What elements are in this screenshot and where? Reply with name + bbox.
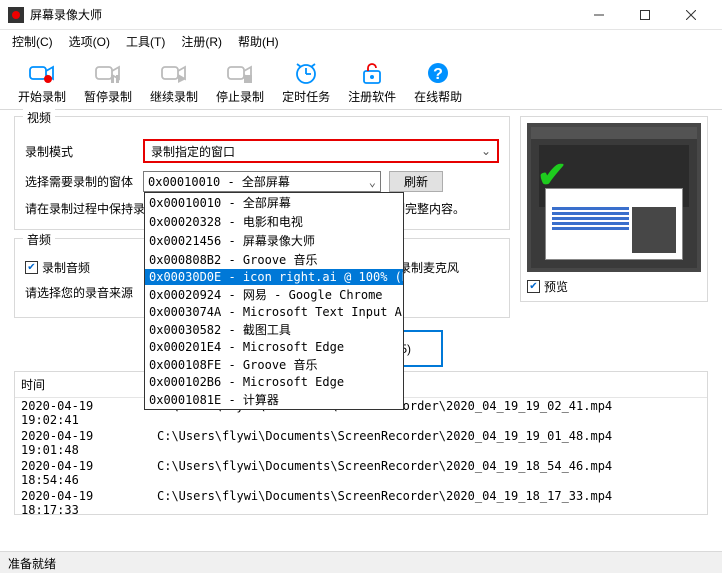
alarm-clock-icon — [293, 60, 319, 86]
camera-resume-icon — [161, 60, 187, 86]
video-group-title: 视频 — [23, 109, 55, 126]
toolbar-resume[interactable]: 继续录制 — [150, 60, 198, 105]
window-dropdown[interactable]: 0x00010010 - 全部屏幕0x00020328 - 电影和电视0x000… — [144, 192, 404, 410]
preview-panel: ✔ ✔ 预览 — [520, 116, 708, 302]
dropdown-option[interactable]: 0x00020328 - 电影和电视 — [145, 212, 403, 231]
unlock-icon — [359, 60, 385, 86]
audio-group-title: 音频 — [23, 231, 55, 248]
dropdown-option[interactable]: 0x0001081E - 计算器 — [145, 390, 403, 409]
chevron-down-icon: ⌄ — [369, 175, 376, 189]
dropdown-option[interactable]: 0x000108FE - Groove 音乐 — [145, 355, 403, 374]
dropdown-option[interactable]: 0x000102B6 - Microsoft Edge — [145, 374, 403, 390]
dropdown-option[interactable]: 0x00020924 - 网易 - Google Chrome — [145, 285, 403, 304]
dropdown-option[interactable]: 0x0003074A - Microsoft Text Input App — [145, 304, 403, 320]
status-text: 准备就绪 — [8, 557, 56, 571]
toolbar-register[interactable]: 注册软件 — [348, 60, 396, 105]
list-row[interactable]: 2020-04-19 19:01:48C:\Users\flywi\Docume… — [15, 428, 707, 458]
minimize-button[interactable] — [576, 0, 622, 30]
toolbar-pause[interactable]: 暂停录制 — [84, 60, 132, 105]
select-window-combo[interactable]: 0x00010010 - 全部屏幕 ⌄ 0x00010010 - 全部屏幕0x0… — [143, 171, 381, 192]
toolbar-start[interactable]: 开始录制 — [18, 60, 66, 105]
checkbox-checked-icon: ✔ — [25, 261, 38, 274]
maximize-button[interactable] — [622, 0, 668, 30]
refresh-button[interactable]: 刷新 — [389, 171, 443, 192]
title-bar: 屏幕录像大师 — [0, 0, 722, 30]
dropdown-option[interactable]: 0x000808B2 - Groove 音乐 — [145, 250, 403, 269]
camera-record-icon — [29, 60, 55, 86]
dropdown-option[interactable]: 0x00030582 - 截图工具 — [145, 320, 403, 339]
col-time[interactable]: 时间 — [15, 372, 151, 397]
toolbar-timer[interactable]: 定时任务 — [282, 60, 330, 105]
app-icon — [8, 7, 24, 23]
dropdown-option[interactable]: 0x000201E4 - Microsoft Edge — [145, 339, 403, 355]
camera-stop-icon — [227, 60, 253, 86]
select-window-label: 选择需要录制的窗体 — [25, 173, 135, 190]
audio-source-label: 请选择您的录音来源 — [25, 284, 133, 301]
status-bar: 准备就绪 — [0, 551, 722, 573]
menu-help[interactable]: 帮助(H) — [230, 30, 287, 53]
toolbar-help[interactable]: ? 在线帮助 — [414, 60, 462, 105]
menu-bar: 控制(C) 选项(O) 工具(T) 注册(R) 帮助(H) — [0, 30, 722, 52]
dropdown-option[interactable]: 0x00010010 - 全部屏幕 — [145, 193, 403, 212]
record-audio-checkbox[interactable]: ✔ 录制音频 — [25, 259, 90, 276]
dropdown-option[interactable]: 0x00021456 - 屏幕录像大师 — [145, 231, 403, 250]
menu-options[interactable]: 选项(O) — [61, 30, 118, 53]
list-row[interactable]: 2020-04-19 18:17:33C:\Users\flywi\Docume… — [15, 488, 707, 515]
chevron-down-icon: ⌄ — [481, 144, 491, 158]
close-button[interactable] — [668, 0, 714, 30]
record-mode-select[interactable]: 录制指定的窗口 ⌄ — [143, 139, 499, 163]
preview-thumbnail: ✔ — [527, 123, 701, 272]
menu-register[interactable]: 注册(R) — [173, 30, 230, 53]
menu-tools[interactable]: 工具(T) — [118, 30, 173, 53]
toolbar-stop[interactable]: 停止录制 — [216, 60, 264, 105]
toolbar: 开始录制 暂停录制 继续录制 停止录制 定时任务 注册软件 ? 在线帮助 — [0, 52, 722, 110]
video-group: 视频 录制模式 录制指定的窗口 ⌄ 选择需要录制的窗体 0x00010010 -… — [14, 116, 510, 230]
dropdown-option[interactable]: 0x00030D0E - icon right.ai @ 100% (RG — [145, 269, 403, 285]
keep-window-note-left: 请在录制过程中保持录 — [25, 200, 145, 217]
camera-pause-icon — [95, 60, 121, 86]
list-row[interactable]: 2020-04-19 18:54:46C:\Users\flywi\Docume… — [15, 458, 707, 488]
checkbox-checked-icon: ✔ — [527, 280, 540, 293]
menu-control[interactable]: 控制(C) — [4, 30, 61, 53]
window-title: 屏幕录像大师 — [30, 6, 576, 23]
preview-checkbox[interactable]: ✔ 预览 — [527, 278, 701, 295]
record-mode-label: 录制模式 — [25, 143, 135, 160]
help-icon: ? — [425, 60, 451, 86]
svg-text:?: ? — [433, 66, 443, 83]
